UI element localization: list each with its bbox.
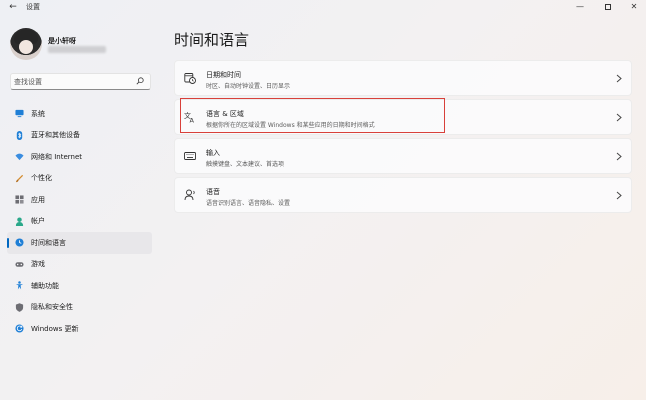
sidebar-item-label: 个性化	[31, 174, 52, 183]
shield-icon	[15, 303, 24, 312]
sidebar-item-system[interactable]: 系统	[7, 103, 152, 125]
maximize-icon	[605, 3, 611, 10]
sidebar-item-label: 应用	[31, 195, 45, 204]
card-description: 根据你所在的区域设置 Windows 和某些应用的日期和时间格式	[206, 122, 375, 129]
minimize-button[interactable]: —	[566, 0, 594, 14]
sidebar-item-network[interactable]: 网络和 Internet	[7, 146, 152, 168]
sidebar-item-windows-update[interactable]: Windows 更新	[7, 318, 152, 340]
card-title: 输入	[206, 149, 220, 157]
card-speech[interactable]: 语音 语音识别语言、语音隐私、设置	[174, 177, 632, 213]
card-description: 时区、自动时钟设置、日历显示	[206, 83, 291, 90]
sidebar-item-label: 蓝牙和其他设备	[31, 131, 80, 140]
card-date-time[interactable]: 日期和时间 时区、自动时钟设置、日历显示	[174, 60, 632, 96]
search-box[interactable]	[10, 73, 151, 90]
card-title: 语音	[206, 188, 220, 196]
globe-clock-icon	[15, 238, 24, 247]
sidebar-item-label: Windows 更新	[31, 324, 79, 333]
title-bar: ← 设置 — ✕	[0, 0, 646, 14]
sidebar-item-label: 时间和语言	[31, 238, 66, 247]
person-icon	[15, 217, 24, 226]
page-title: 时间和语言	[174, 31, 250, 49]
wifi-icon	[15, 153, 24, 161]
sidebar-nav: 系统 蓝牙和其他设备 网络和 Internet 个性化 应用 帐户 时间和语言 …	[7, 103, 152, 340]
update-icon	[15, 324, 24, 333]
sidebar-item-label: 系统	[31, 109, 45, 118]
close-button[interactable]: ✕	[620, 0, 646, 14]
card-typing[interactable]: 输入 触摸键盘、文本建议、首选项	[174, 138, 632, 174]
sidebar-item-privacy[interactable]: 隐私和安全性	[7, 297, 152, 319]
calendar-clock-icon	[184, 73, 196, 84]
chevron-right-icon	[616, 152, 622, 161]
search-input[interactable]	[14, 76, 132, 88]
sidebar-item-accessibility[interactable]: 辅助功能	[7, 275, 152, 297]
sidebar-item-accounts[interactable]: 帐户	[7, 211, 152, 233]
sidebar-item-label: 隐私和安全性	[31, 303, 73, 312]
keyboard-icon	[184, 152, 196, 160]
chevron-right-icon	[616, 113, 622, 122]
bluetooth-icon	[16, 130, 23, 140]
sidebar-item-label: 帐户	[31, 217, 45, 226]
sidebar-item-label: 辅助功能	[31, 281, 59, 290]
language-icon: 文A	[184, 111, 195, 124]
apps-icon	[15, 195, 24, 204]
settings-card-list: 日期和时间 时区、自动时钟设置、日历显示 文A 语言 & 区域 根据你所在的区域…	[174, 60, 632, 216]
card-description: 触摸键盘、文本建议、首选项	[206, 161, 285, 168]
gamepad-icon	[15, 262, 24, 267]
avatar-face	[19, 40, 33, 54]
back-button[interactable]: ←	[7, 1, 19, 13]
app-title: 设置	[26, 3, 40, 11]
sidebar-item-bluetooth[interactable]: 蓝牙和其他设备	[7, 125, 152, 147]
card-title: 语言 & 区域	[206, 110, 244, 118]
avatar[interactable]	[10, 28, 42, 60]
sidebar-item-label: 网络和 Internet	[31, 152, 83, 161]
card-language-region[interactable]: 文A 语言 & 区域 根据你所在的区域设置 Windows 和某些应用的日期和时…	[174, 99, 632, 135]
sidebar-item-time-language[interactable]: 时间和语言	[7, 232, 152, 254]
sidebar-item-personalization[interactable]: 个性化	[7, 168, 152, 190]
brush-icon	[15, 174, 24, 182]
chevron-right-icon	[616, 74, 622, 83]
chevron-right-icon	[616, 191, 622, 200]
monitor-icon	[15, 110, 24, 118]
maximize-button[interactable]	[594, 0, 622, 14]
card-title: 日期和时间	[206, 71, 241, 79]
search-icon[interactable]	[136, 77, 144, 85]
sidebar-item-gaming[interactable]: 游戏	[7, 254, 152, 276]
sidebar-item-apps[interactable]: 应用	[7, 189, 152, 211]
svg-text:A: A	[190, 117, 195, 124]
user-name: 是小轩呀	[48, 37, 76, 45]
user-email-redacted	[48, 46, 106, 53]
card-description: 语音识别语言、语音隐私、设置	[206, 200, 291, 207]
accessibility-icon	[15, 281, 24, 290]
speech-icon	[184, 189, 195, 201]
sidebar-item-label: 游戏	[31, 260, 45, 269]
